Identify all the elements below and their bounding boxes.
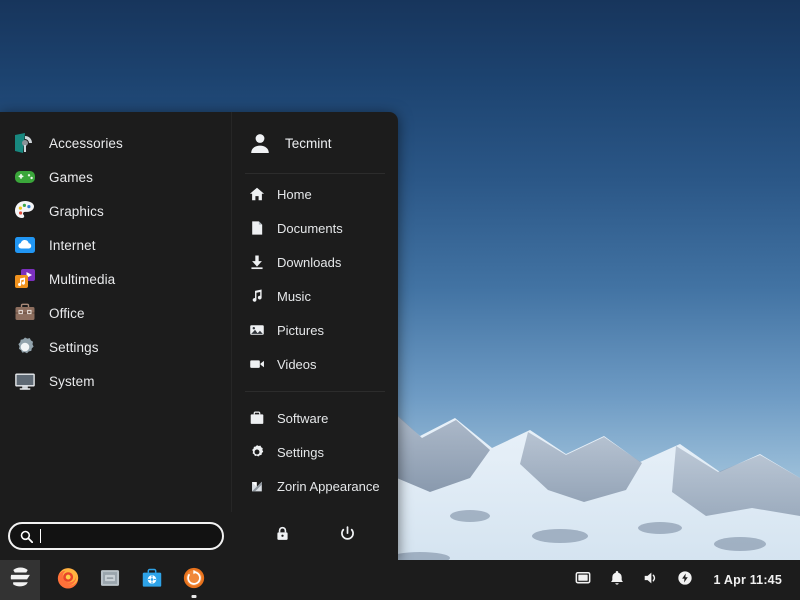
system-item-label: Software xyxy=(277,411,328,426)
updates-icon xyxy=(182,566,206,595)
menu-divider-top xyxy=(245,173,385,174)
search-area xyxy=(0,522,232,550)
power-status-button[interactable] xyxy=(670,565,700,595)
multimedia-music-icon xyxy=(14,268,36,290)
menu-divider-bottom xyxy=(245,391,385,392)
system-item-label: Settings xyxy=(277,445,324,460)
download-icon xyxy=(248,254,265,271)
category-item-accessories[interactable]: Accessories xyxy=(0,126,231,160)
lock-icon xyxy=(274,525,291,547)
place-label: Home xyxy=(277,187,312,202)
lock-button[interactable] xyxy=(270,523,296,549)
taskbar-app-files[interactable] xyxy=(91,561,129,599)
music-note-icon xyxy=(248,288,265,305)
graphics-palette-icon xyxy=(14,200,36,222)
home-icon xyxy=(248,186,265,203)
category-item-multimedia[interactable]: Multimedia xyxy=(0,262,231,296)
system-monitor-icon xyxy=(14,370,36,392)
zorin-appearance-icon xyxy=(248,478,265,495)
system-item-zorin-appearance[interactable]: Zorin Appearance xyxy=(232,469,398,503)
search-icon xyxy=(20,530,33,543)
internet-cloud-icon xyxy=(14,234,36,256)
menu-footer-actions xyxy=(232,523,398,549)
search-input[interactable] xyxy=(8,522,224,550)
picture-icon xyxy=(248,322,265,339)
software-bag-icon xyxy=(248,410,265,427)
user-name-label: Tecmint xyxy=(285,136,332,151)
menu-footer xyxy=(0,512,398,560)
place-label: Downloads xyxy=(277,255,341,270)
taskbar-app-firefox[interactable] xyxy=(49,561,87,599)
zorin-logo-icon xyxy=(8,565,33,595)
place-label: Pictures xyxy=(277,323,324,338)
category-item-internet[interactable]: Internet xyxy=(0,228,231,262)
application-menu[interactable]: Accessories Games xyxy=(0,112,398,560)
power-bolt-icon xyxy=(676,569,694,592)
user-account-item[interactable]: Tecmint xyxy=(232,116,398,170)
place-label: Videos xyxy=(277,357,317,372)
bell-icon xyxy=(608,569,626,592)
running-indicator xyxy=(192,595,197,598)
display-button[interactable] xyxy=(568,565,598,595)
display-icon xyxy=(574,569,592,592)
gear-icon xyxy=(248,444,265,461)
document-icon xyxy=(248,220,265,237)
category-item-system[interactable]: System xyxy=(0,364,231,398)
text-caret xyxy=(40,529,41,543)
software-icon xyxy=(140,566,164,595)
start-menu-button[interactable] xyxy=(0,560,40,600)
category-item-graphics[interactable]: Graphics xyxy=(0,194,231,228)
category-label: Games xyxy=(49,170,93,185)
place-item-home[interactable]: Home xyxy=(232,177,398,211)
category-item-settings[interactable]: Settings xyxy=(0,330,231,364)
place-item-videos[interactable]: Videos xyxy=(232,347,398,381)
category-label: Internet xyxy=(49,238,96,253)
place-label: Music xyxy=(277,289,311,304)
power-icon xyxy=(339,525,356,547)
video-camera-icon xyxy=(248,356,265,373)
settings-gear-icon xyxy=(14,336,36,358)
category-item-office[interactable]: Office xyxy=(0,296,231,330)
place-label: Documents xyxy=(277,221,343,236)
category-label: System xyxy=(49,374,95,389)
system-item-settings[interactable]: Settings xyxy=(232,435,398,469)
user-avatar-icon xyxy=(248,131,272,155)
games-gamepad-icon xyxy=(14,166,36,188)
taskbar-app-software[interactable] xyxy=(133,561,171,599)
place-item-music[interactable]: Music xyxy=(232,279,398,313)
shutdown-button[interactable] xyxy=(335,523,361,549)
clock[interactable]: 1 Apr 11:45 xyxy=(704,573,790,587)
volume-button[interactable] xyxy=(636,565,666,595)
files-icon xyxy=(98,566,122,595)
place-item-documents[interactable]: Documents xyxy=(232,211,398,245)
notifications-button[interactable] xyxy=(602,565,632,595)
system-item-software[interactable]: Software xyxy=(232,401,398,435)
taskbar[interactable]: 1 Apr 11:45 xyxy=(0,560,800,600)
places-spacer xyxy=(232,503,398,512)
menu-categories-list: Accessories Games xyxy=(0,112,232,512)
category-label: Accessories xyxy=(49,136,123,151)
system-tray: 1 Apr 11:45 xyxy=(568,565,800,595)
place-item-pictures[interactable]: Pictures xyxy=(232,313,398,347)
category-label: Multimedia xyxy=(49,272,115,287)
place-item-downloads[interactable]: Downloads xyxy=(232,245,398,279)
category-item-games[interactable]: Games xyxy=(0,160,231,194)
category-label: Graphics xyxy=(49,204,104,219)
system-item-label: Zorin Appearance xyxy=(277,479,380,494)
office-briefcase-icon xyxy=(14,302,36,324)
taskbar-apps xyxy=(40,561,213,599)
taskbar-app-updates[interactable] xyxy=(175,561,213,599)
menu-places-list: Tecmint Home Documents xyxy=(232,112,398,512)
category-label: Settings xyxy=(49,340,99,355)
category-label: Office xyxy=(49,306,85,321)
volume-icon xyxy=(642,569,660,592)
firefox-icon xyxy=(56,566,80,595)
accessories-icon xyxy=(14,132,36,154)
